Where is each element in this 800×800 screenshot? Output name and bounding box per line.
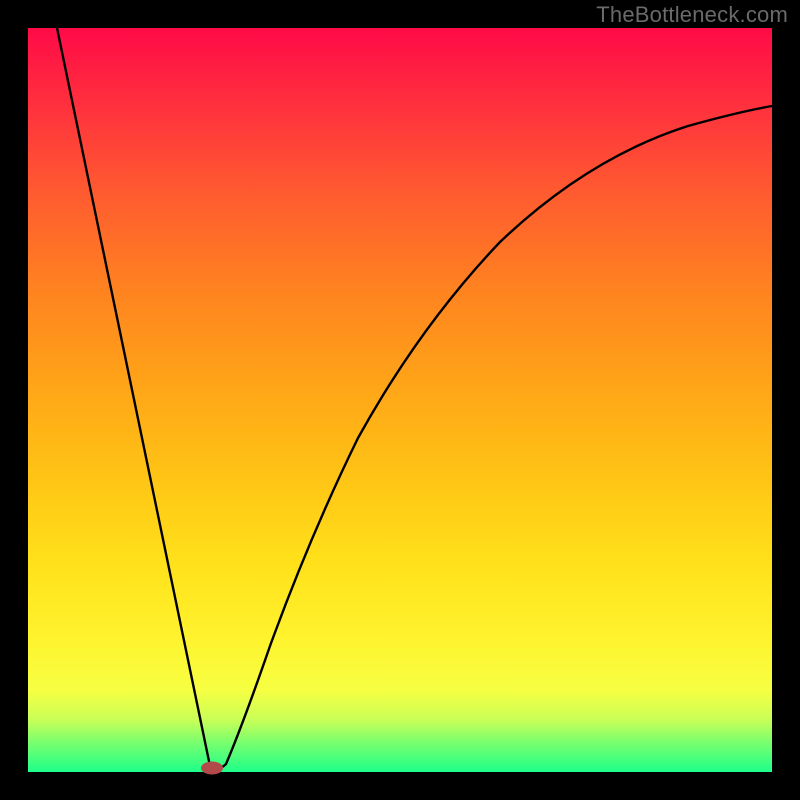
bottleneck-curve <box>57 28 772 769</box>
chart-frame: TheBottleneck.com <box>0 0 800 800</box>
watermark-text: TheBottleneck.com <box>596 2 788 28</box>
plot-area <box>28 28 772 772</box>
minimum-marker <box>201 762 223 775</box>
curve-layer <box>28 28 772 772</box>
